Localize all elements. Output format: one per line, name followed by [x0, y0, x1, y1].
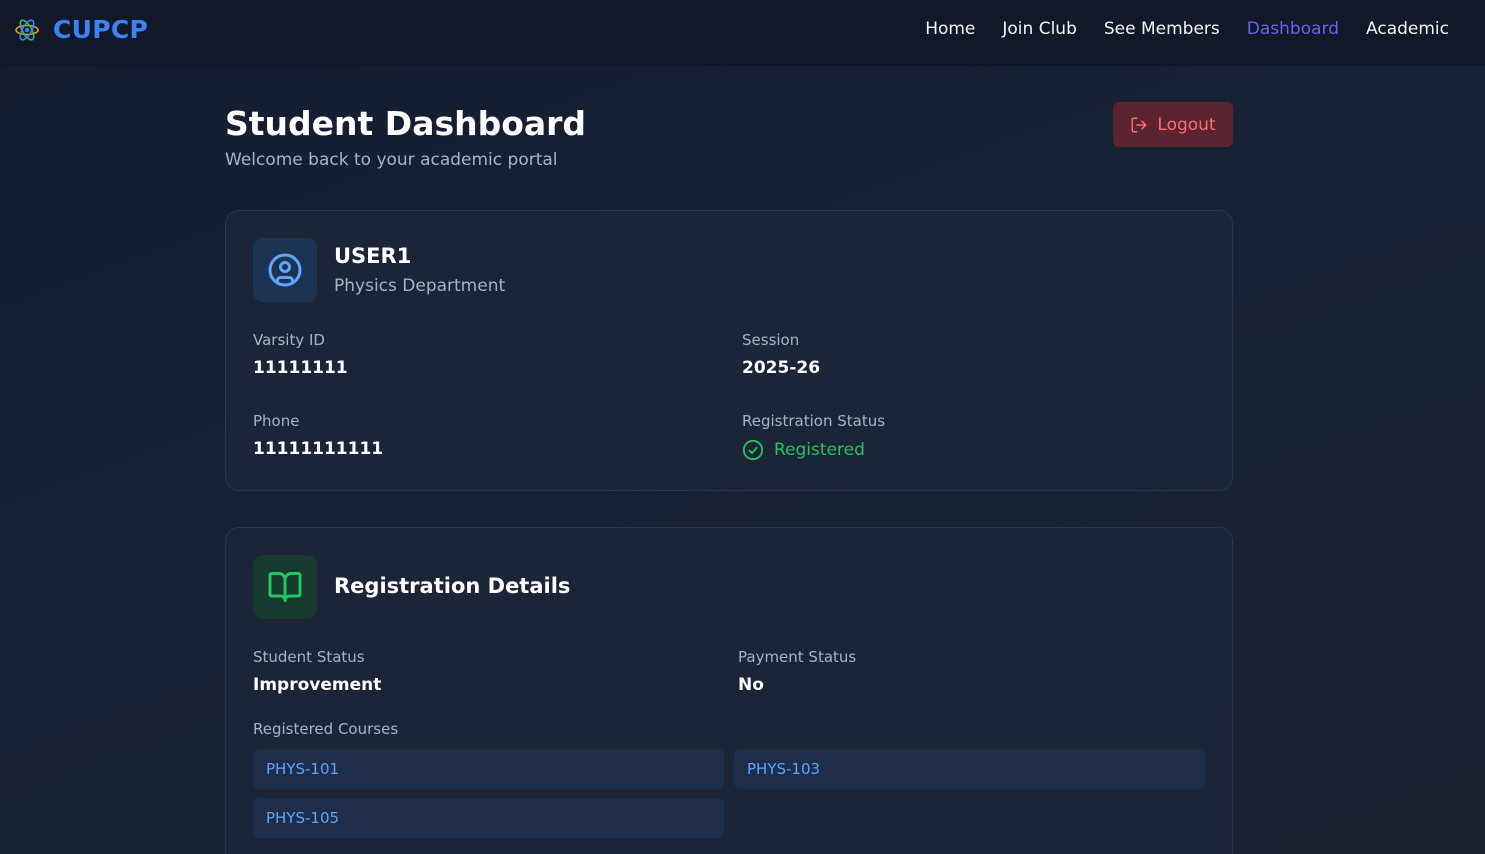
registered-courses-label: Registered Courses: [253, 720, 399, 738]
phone-value: 11111111111: [253, 439, 384, 459]
session-value: 2025-26: [742, 358, 821, 378]
student-status-label: Student Status: [253, 648, 365, 666]
profile-card: USER1 Physics Department Varsity ID 1111…: [225, 210, 1233, 491]
user-name: USER1: [334, 244, 412, 268]
nav-item-home[interactable]: Home: [925, 19, 975, 39]
registration-heading: Registration Details: [334, 574, 571, 598]
profile-avatar: [253, 238, 317, 302]
page-subtitle: Welcome back to your academic portal: [225, 150, 558, 170]
brand-name: CUPCP: [53, 15, 149, 44]
registration-status-value: Registered: [774, 440, 865, 460]
payment-status-value: No: [738, 675, 764, 695]
nav-links: Home Join Club See Members Dashboard Aca…: [925, 19, 1449, 39]
student-status-value: Improvement: [253, 675, 382, 695]
session-label: Session: [742, 331, 800, 349]
logout-button[interactable]: Logout: [1113, 102, 1233, 147]
logout-label: Logout: [1157, 114, 1216, 135]
book-open-icon: [268, 572, 302, 602]
nav-item-join-club[interactable]: Join Club: [1002, 19, 1076, 39]
payment-status-label: Payment Status: [738, 648, 857, 666]
varsity-id-value: 11111111: [253, 358, 348, 378]
varsity-id-label: Varsity ID: [253, 331, 325, 349]
registration-status: Registered: [742, 439, 865, 461]
user-circle-icon: [268, 253, 302, 287]
top-navbar: CUPCP Home Join Club See Members Dashboa…: [0, 0, 1485, 66]
check-circle-icon: [742, 439, 764, 461]
nav-item-see-members[interactable]: See Members: [1104, 19, 1220, 39]
nav-item-dashboard[interactable]: Dashboard: [1247, 19, 1339, 39]
nav-item-academic[interactable]: Academic: [1366, 19, 1449, 39]
phone-label: Phone: [253, 412, 300, 430]
registration-status-label: Registration Status: [742, 412, 886, 430]
registration-icon-box: [253, 555, 317, 619]
atom-icon: [15, 18, 39, 41]
brand[interactable]: CUPCP: [14, 15, 148, 44]
course-item[interactable]: PHYS-103: [734, 749, 1205, 789]
user-department: Physics Department: [334, 276, 506, 296]
page-title: Student Dashboard: [225, 104, 587, 143]
course-item[interactable]: PHYS-101: [253, 749, 724, 789]
logout-icon: [1131, 117, 1147, 132]
registration-details-card: Registration Details Student Status Impr…: [225, 527, 1233, 854]
course-item[interactable]: PHYS-105: [253, 798, 724, 838]
